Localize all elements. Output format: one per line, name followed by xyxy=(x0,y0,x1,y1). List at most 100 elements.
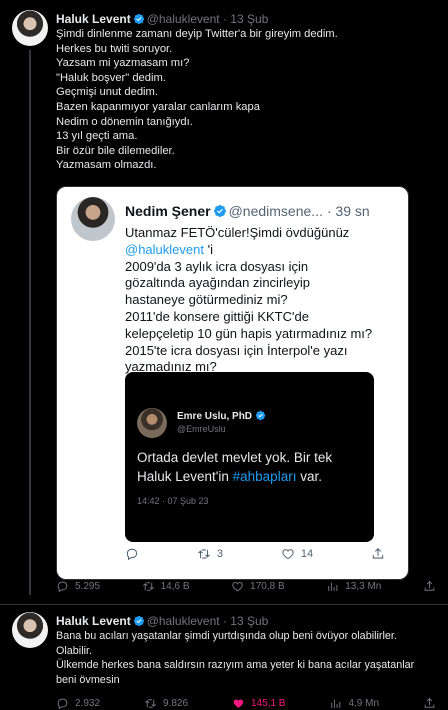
reply-icon xyxy=(125,547,139,561)
reply-icon xyxy=(56,580,69,593)
quoted-text: Utanmaz FETÖ'cüler!Şimdi övdüğünüz @halu… xyxy=(125,225,372,376)
tweet-line: Yazsam mi yazmasam mı? xyxy=(56,57,190,70)
quoted-line: 2009'da 3 aylık icra dosyası için xyxy=(125,258,309,274)
quoted-header: Nedim Şener @nedimsene... · 39 sn xyxy=(125,203,370,219)
reply-count: 2.932 xyxy=(75,698,101,709)
views-icon xyxy=(329,697,342,710)
quoted-avatar xyxy=(71,197,115,241)
tweet-line: Bazen kapanmıyor yaralar canlarım kapa xyxy=(56,100,260,113)
quoted-retweet-count: 3 xyxy=(216,548,223,560)
quoted-actions: 3 14 xyxy=(125,547,385,561)
tweet-image[interactable]: Nedim Şener @nedimsene... · 39 sn Utanmaz… xyxy=(56,186,409,580)
quoted-line: 2015'te icra dosyası için İnterpol'e yaz… xyxy=(125,342,348,358)
tweet-line: Nedim o dönemin tanığıydı. xyxy=(56,115,193,128)
inner-text: Ortada devlet mevlet yok. Bir tek Haluk … xyxy=(137,448,332,486)
quoted-line: gözaltında ayağından zincirleyip xyxy=(125,275,311,291)
quoted-line: hastaneye götürmediniz mi? xyxy=(125,292,288,308)
reply-count: 5.295 xyxy=(75,581,101,592)
quoted-author-handle: @nedimsene... xyxy=(228,203,323,219)
tweet-line: beni övmesin xyxy=(56,673,120,686)
inner-line: Ortada devlet mevlet yok. Bir tek xyxy=(137,450,333,465)
inner-avatar xyxy=(137,408,167,438)
views-count: 13,3 Mn xyxy=(345,581,382,592)
views-icon xyxy=(326,580,339,593)
avatar[interactable] xyxy=(12,10,48,46)
separator: · xyxy=(222,614,227,628)
verified-badge-icon xyxy=(213,204,227,218)
author-name[interactable]: Haluk Levent xyxy=(56,614,131,628)
avatar[interactable] xyxy=(12,612,48,648)
retweet-icon xyxy=(142,580,155,593)
tweet-header: Haluk Levent @haluklevent · 13 Şub xyxy=(56,614,268,628)
quoted-time: 39 sn xyxy=(335,203,370,219)
retweet-icon xyxy=(197,547,211,561)
inner-handle: @EmreUslu xyxy=(177,424,226,434)
tweet-line: 13 yıl geçti ama. xyxy=(56,130,138,143)
share-button[interactable] xyxy=(423,580,436,593)
retweet-count: 14,6 B xyxy=(160,581,190,592)
reply-button[interactable]: 5.295 xyxy=(56,580,100,593)
like-button[interactable]: 170,8 B xyxy=(231,580,285,593)
tweet-text: Bana bu acıları yaşatanlar şimdi yurtdış… xyxy=(56,629,414,687)
inner-line-2: Haluk Levent'in #ahbapları var. xyxy=(137,467,332,486)
quoted-like-count: 14 xyxy=(300,548,314,560)
tweet-line: Geçmişi unut dedim. xyxy=(56,86,158,99)
like-count: 145,1 B xyxy=(251,698,286,709)
quoted-author-name: Nedim Şener xyxy=(125,203,211,219)
tweet-time[interactable]: 13 Şub xyxy=(230,614,268,628)
quoted-line: 2011'de konsere gittiği KKTC'de xyxy=(125,308,309,324)
reply-icon xyxy=(56,697,69,710)
tweet-text: Şimdi dinlenme zamanı deyip Twitter'a bi… xyxy=(56,27,338,173)
inner-line-pre: Haluk Levent'in xyxy=(137,469,233,484)
retweet-button[interactable]: 14,6 B xyxy=(142,580,190,593)
separator: · xyxy=(222,12,227,26)
inner-line-post: var. xyxy=(296,469,322,484)
views-button[interactable]: 13,3 Mn xyxy=(326,580,381,593)
share-icon xyxy=(371,547,385,561)
tweet-line: Olabilir. xyxy=(56,644,93,657)
tweet-actions: 2.932 9.826 145,1 B 4,9 Mn xyxy=(56,697,436,710)
author-handle[interactable]: @haluklevent xyxy=(147,614,220,628)
tweet-time[interactable]: 13 Şub xyxy=(230,12,268,26)
tweet-line: Yazmasam olmazdı. xyxy=(56,159,157,172)
mention-link: @haluklevent xyxy=(125,241,204,257)
retweet-icon xyxy=(144,697,157,710)
author-name[interactable]: Haluk Levent xyxy=(56,12,131,26)
quoted-line-mention: @haluklevent 'i xyxy=(125,242,372,259)
quoted-line: Utanmaz FETÖ'cüler!Şimdi övdüğünüz xyxy=(125,225,350,240)
liked-heart-icon xyxy=(232,697,245,710)
retweet-count: 9.826 xyxy=(163,698,189,709)
tweet-line: "Haluk boşver" dedim. xyxy=(56,71,166,84)
like-icon xyxy=(231,580,244,593)
like-icon xyxy=(281,547,295,561)
quoted-reply xyxy=(125,547,139,561)
share-button[interactable] xyxy=(423,697,436,710)
tweet-line: Herkes bu twiti soruyor. xyxy=(56,42,173,55)
inner-timestamp: 14:42 · 07 Şub 23 xyxy=(137,496,209,506)
quoted-retweet: 3 xyxy=(197,547,223,561)
quoted-share xyxy=(371,547,385,561)
tweet-line: Ülkemde herkes bana saldırsın razıyım am… xyxy=(56,659,415,672)
quoted-like: 14 xyxy=(281,547,313,561)
separator: · xyxy=(326,203,332,219)
author-handle[interactable]: @haluklevent xyxy=(147,12,220,26)
tweet-line: Şimdi dinlenme zamanı deyip Twitter'a bi… xyxy=(56,28,338,40)
verified-badge-icon xyxy=(255,410,266,421)
like-button[interactable]: 145,1 B xyxy=(232,697,285,710)
reply-button[interactable]: 2.932 xyxy=(56,697,100,710)
views-button[interactable]: 4,9 Mn xyxy=(329,697,379,710)
verified-badge-icon xyxy=(133,13,145,25)
inner-author: Emre Uslu, PhD xyxy=(177,410,268,422)
mention-tail: 'i xyxy=(203,241,213,257)
share-icon xyxy=(423,580,436,593)
retweet-button[interactable]: 9.826 xyxy=(144,697,188,710)
share-icon xyxy=(423,697,436,710)
views-count: 4,9 Mn xyxy=(348,698,380,709)
inner-author-name: Emre Uslu, PhD xyxy=(177,411,253,422)
divider xyxy=(0,604,448,605)
tweet-line: Bana bu acıları yaşatanlar şimdi yurtdış… xyxy=(56,630,397,642)
thread-line xyxy=(29,50,31,595)
like-count: 170,8 B xyxy=(250,581,285,592)
tweet-actions: 5.295 14,6 B 170,8 B 13,3 Mn xyxy=(56,580,436,593)
tweet-header: Haluk Levent @haluklevent · 13 Şub xyxy=(56,12,268,26)
